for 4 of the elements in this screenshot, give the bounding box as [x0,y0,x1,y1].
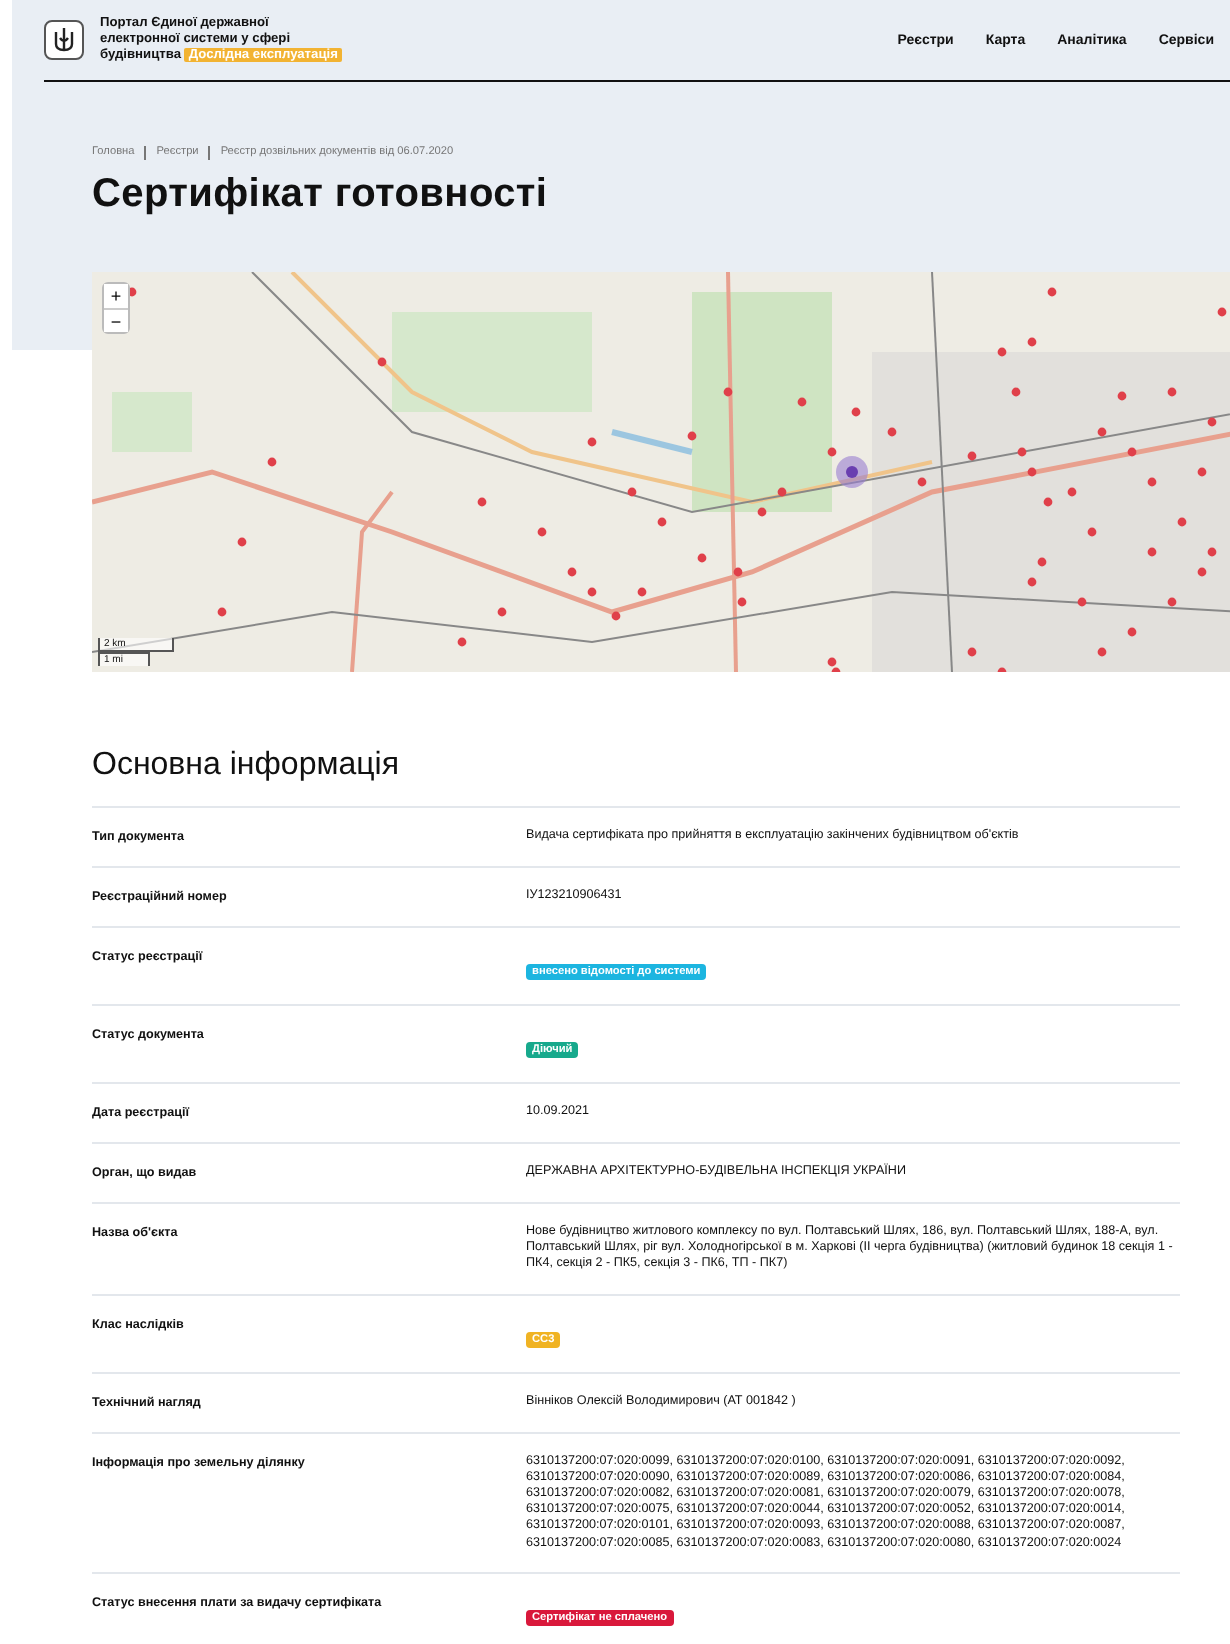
section-title: Основна інформація [92,748,401,784]
page-title: Сертифікат готовності [92,172,550,218]
trident-logo-icon[interactable] [44,20,84,60]
zoom-out-button[interactable]: − [104,308,128,332]
